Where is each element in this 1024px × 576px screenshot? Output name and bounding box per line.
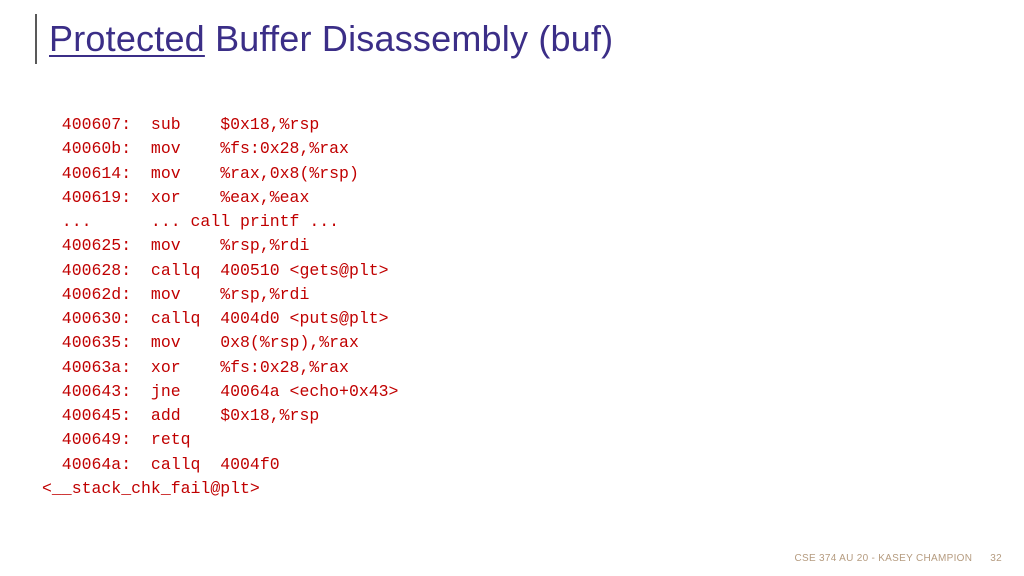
slide-title: Protected Buffer Disassembly (buf) xyxy=(49,18,613,60)
title-bar: Protected Buffer Disassembly (buf) xyxy=(35,14,613,64)
footer-text: CSE 374 AU 20 - KASEY CHAMPION xyxy=(794,553,972,564)
page-number: 32 xyxy=(990,553,1002,564)
disassembly-code: 400607: sub $0x18,%rsp 40060b: mov %fs:0… xyxy=(42,113,398,501)
title-rest: Buffer Disassembly (buf) xyxy=(205,18,613,59)
title-underlined: Protected xyxy=(49,18,205,59)
slide-footer: CSE 374 AU 20 - KASEY CHAMPION 32 xyxy=(794,553,1002,564)
